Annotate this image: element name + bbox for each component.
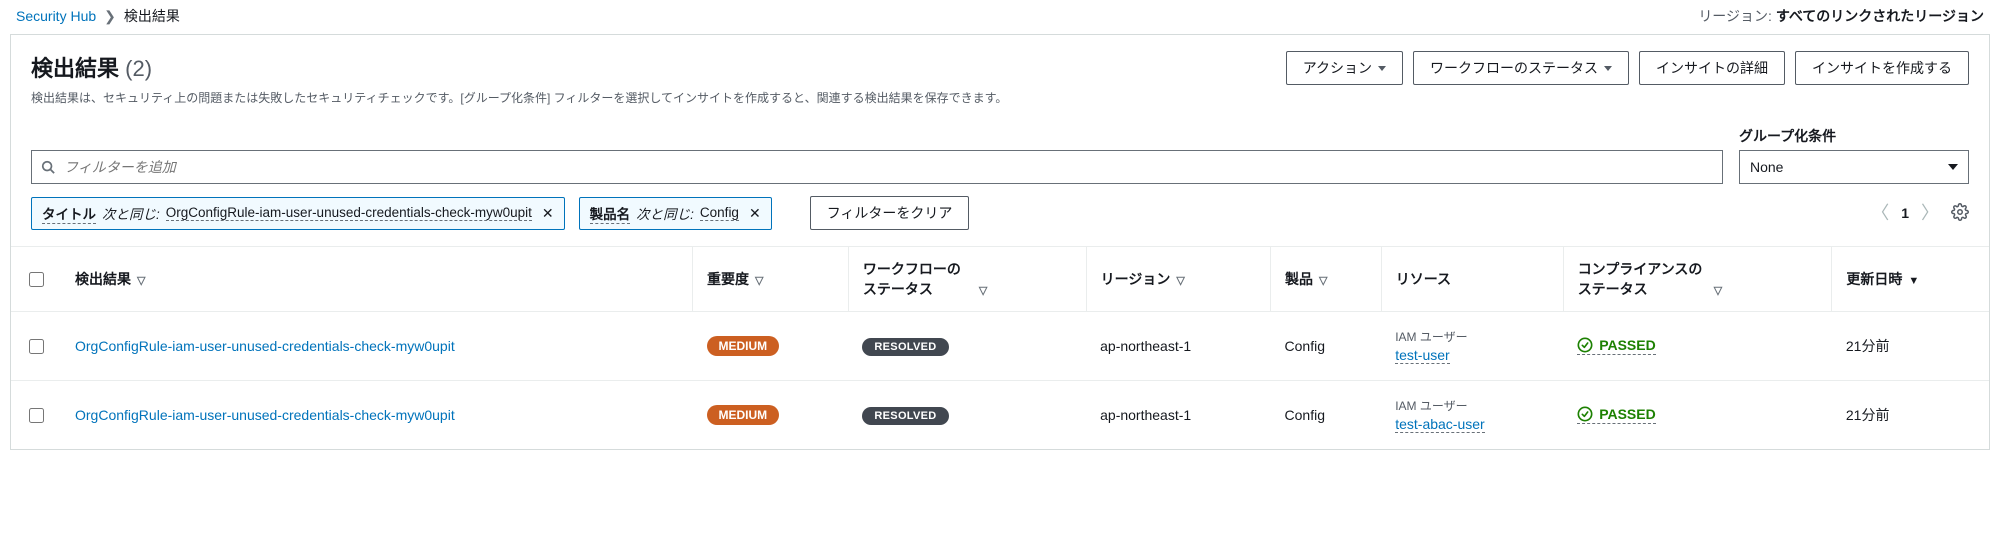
resource-link[interactable]: test-abac-user <box>1395 416 1484 433</box>
filter-input-wrap[interactable] <box>31 150 1723 184</box>
sort-icon: ▼ <box>1908 275 1919 287</box>
findings-panel: 検出結果 (2) 検出結果は、セキュリティ上の問題または失敗したセキュリティチェ… <box>10 34 1990 450</box>
insight-detail-button[interactable]: インサイトの詳細 <box>1639 51 1785 85</box>
filter-input[interactable] <box>56 153 1714 181</box>
caret-down-icon <box>1604 66 1612 71</box>
page-description: 検出結果は、セキュリティ上の問題または失敗したセキュリティチェックです。[グルー… <box>31 89 1007 106</box>
breadcrumb-current: 検出結果 <box>124 6 180 26</box>
actions-button[interactable]: アクション <box>1286 51 1403 85</box>
workflow-status-button-label: ワークフローのステータス <box>1430 58 1598 78</box>
severity-badge: MEDIUM <box>707 336 780 356</box>
groupby-select[interactable]: None <box>1739 150 1969 184</box>
chevron-right-icon: ❯ <box>104 8 116 25</box>
sort-icon: ▽ <box>1714 285 1722 297</box>
product-cell: Config <box>1271 312 1382 381</box>
filter-token-op: 次と同じ: <box>636 203 694 223</box>
col-compliance[interactable]: コンプライアンスのステータス▽ <box>1563 247 1832 312</box>
compliance-badge: PASSED <box>1577 337 1656 355</box>
clear-filters-button[interactable]: フィルターをクリア <box>810 196 970 230</box>
pagination: 〈 1 〉 <box>1871 203 1969 224</box>
sort-icon: ▽ <box>755 275 763 287</box>
select-all-checkbox[interactable] <box>29 272 44 287</box>
findings-table: 検出結果▽ 重要度▽ ワークフローのステータス▽ リージョン▽ 製品▽ リソース… <box>11 247 1989 449</box>
filter-token-key: タイトル <box>42 203 96 224</box>
check-circle-icon <box>1577 337 1593 353</box>
col-finding[interactable]: 検出結果▽ <box>61 247 693 312</box>
col-product[interactable]: 製品▽ <box>1271 247 1382 312</box>
region-cell: ap-northeast-1 <box>1086 312 1270 381</box>
region-label: リージョン: <box>1698 8 1772 24</box>
sort-icon: ▽ <box>1319 275 1327 287</box>
prev-page-icon[interactable]: 〈 <box>1871 204 1889 222</box>
table-row: OrgConfigRule-iam-user-unused-credential… <box>11 381 1989 450</box>
col-resource: リソース <box>1381 247 1563 312</box>
row-checkbox[interactable] <box>29 339 44 354</box>
remove-filter-icon[interactable]: ✕ <box>749 205 761 222</box>
table-row: OrgConfigRule-iam-user-unused-credential… <box>11 312 1989 381</box>
finding-link[interactable]: OrgConfigRule-iam-user-unused-credential… <box>61 312 693 381</box>
clear-filters-label: フィルターをクリア <box>827 203 953 223</box>
row-checkbox[interactable] <box>29 408 44 423</box>
groupby-label: グループ化条件 <box>1739 126 1969 146</box>
workflow-badge: RESOLVED <box>862 407 948 425</box>
region-indicator: リージョン: すべてのリンクされたリージョン <box>1698 6 1984 26</box>
region-value: すべてのリンクされたリージョン <box>1776 8 1984 24</box>
resource-cell: IAM ユーザー test-user <box>1381 312 1563 381</box>
col-severity[interactable]: 重要度▽ <box>693 247 849 312</box>
page-title-text: 検出結果 <box>31 56 119 81</box>
filter-token-value: OrgConfigRule-iam-user-unused-credential… <box>166 205 532 221</box>
updated-cell: 21分前 <box>1832 381 1989 450</box>
product-cell: Config <box>1271 381 1382 450</box>
remove-filter-icon[interactable]: ✕ <box>542 205 554 222</box>
next-page-icon[interactable]: 〉 <box>1921 204 1939 222</box>
page-title: 検出結果 (2) <box>31 51 1007 83</box>
sort-icon: ▽ <box>137 275 145 287</box>
resource-type: IAM ユーザー <box>1395 397 1549 414</box>
groupby-value: None <box>1750 159 1783 175</box>
region-cell: ap-northeast-1 <box>1086 381 1270 450</box>
filter-token-value: Config <box>700 205 739 221</box>
actions-button-label: アクション <box>1303 58 1372 78</box>
caret-down-icon <box>1378 66 1386 71</box>
updated-cell: 21分前 <box>1832 312 1989 381</box>
breadcrumb-root-link[interactable]: Security Hub <box>16 8 96 24</box>
page-number: 1 <box>1901 205 1909 221</box>
filter-token[interactable]: タイトル 次と同じ: OrgConfigRule-iam-user-unused… <box>31 197 565 230</box>
sort-icon: ▽ <box>1176 275 1184 287</box>
filter-token-key: 製品名 <box>590 203 631 224</box>
filter-token[interactable]: 製品名 次と同じ: Config ✕ <box>579 197 772 230</box>
col-updated[interactable]: 更新日時▼ <box>1832 247 1989 312</box>
filter-token-op: 次と同じ: <box>102 203 160 223</box>
workflow-status-button[interactable]: ワークフローのステータス <box>1413 51 1629 85</box>
caret-down-icon <box>1948 164 1958 170</box>
col-region[interactable]: リージョン▽ <box>1086 247 1270 312</box>
create-insight-button-label: インサイトを作成する <box>1812 58 1952 78</box>
resource-type: IAM ユーザー <box>1395 328 1549 345</box>
findings-count: 2 <box>132 56 144 81</box>
workflow-badge: RESOLVED <box>862 338 948 356</box>
gear-icon[interactable] <box>1951 203 1969 224</box>
resource-link[interactable]: test-user <box>1395 347 1449 364</box>
severity-badge: MEDIUM <box>707 405 780 425</box>
compliance-badge: PASSED <box>1577 406 1656 424</box>
col-workflow[interactable]: ワークフローのステータス▽ <box>848 247 1086 312</box>
sort-icon: ▽ <box>979 285 987 297</box>
search-icon <box>40 160 56 174</box>
create-insight-button[interactable]: インサイトを作成する <box>1795 51 1969 85</box>
check-circle-icon <box>1577 406 1593 422</box>
breadcrumb: Security Hub ❯ 検出結果 <box>16 6 180 26</box>
insight-detail-button-label: インサイトの詳細 <box>1656 58 1768 78</box>
resource-cell: IAM ユーザー test-abac-user <box>1381 381 1563 450</box>
finding-link[interactable]: OrgConfigRule-iam-user-unused-credential… <box>61 381 693 450</box>
